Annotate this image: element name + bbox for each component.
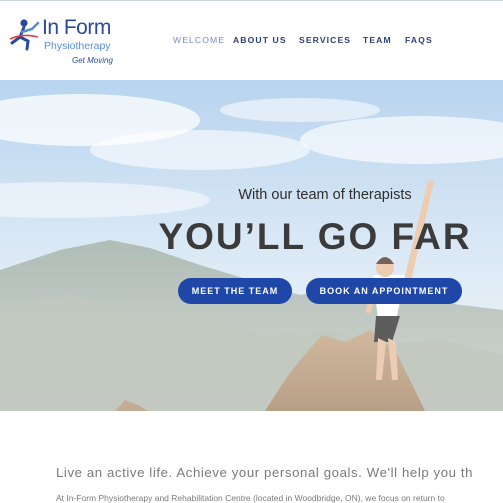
brand-name: In Form: [42, 16, 111, 39]
hero-subheading: With our team of therapists: [238, 187, 412, 203]
main-nav: WELCOME ABOUT US SERVICES TEAM FAQS: [173, 35, 503, 49]
running-person-icon: [9, 19, 40, 51]
hero-heading: YOU’LL GO FAR: [158, 216, 472, 257]
nav-item-welcome[interactable]: WELCOME: [173, 35, 225, 45]
intro-paragraph: At In-Form Physiotherapy and Rehabilitat…: [56, 493, 445, 503]
book-appointment-button[interactable]: BOOK AN APPOINTMENT: [306, 278, 462, 304]
nav-item-services[interactable]: SERVICES: [299, 35, 351, 45]
nav-item-about-us[interactable]: ABOUT US: [233, 35, 287, 45]
nav-item-team[interactable]: TEAM: [363, 35, 392, 45]
hero-section: With our team of therapists YOU’LL GO FA…: [0, 80, 503, 411]
site-header: In Form Physiotherapy Get Moving WELCOME…: [0, 0, 503, 80]
nav-item-faqs[interactable]: FAQS: [405, 35, 433, 45]
meet-the-team-button[interactable]: MEET THE TEAM: [178, 278, 292, 304]
brand-tagline: Get Moving: [72, 56, 113, 65]
brand-subtitle: Physiotherapy: [44, 40, 111, 52]
brand-logo[interactable]: In Form Physiotherapy Get Moving: [8, 15, 128, 69]
section-tagline: Live an active life. Achieve your person…: [56, 465, 474, 480]
